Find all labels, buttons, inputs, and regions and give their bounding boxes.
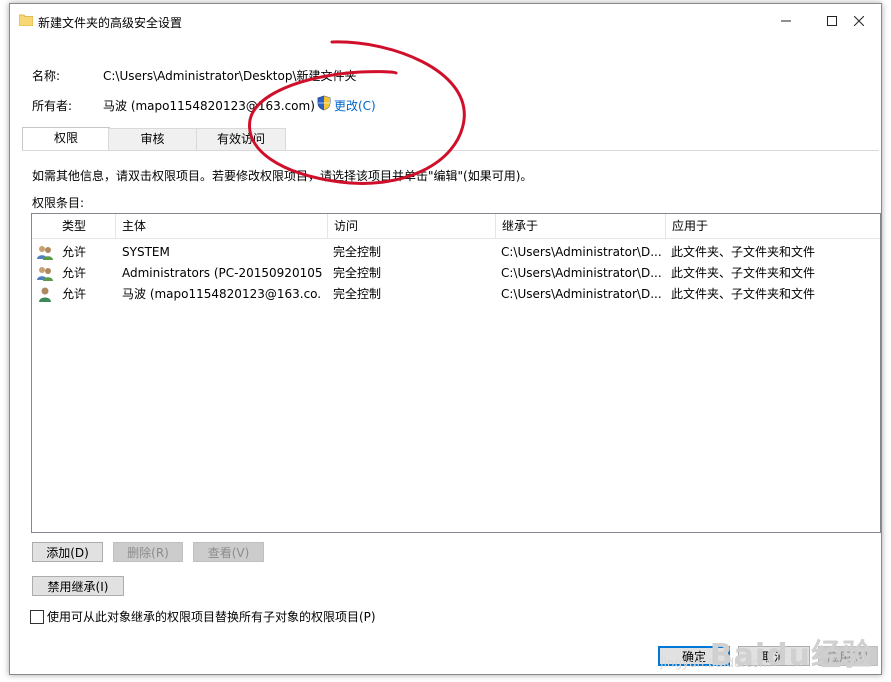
- tab-effective-access[interactable]: 有效访问: [196, 128, 286, 150]
- row-principal: SYSTEM: [122, 245, 170, 259]
- window-title: 新建文件夹的高级安全设置: [38, 16, 183, 30]
- table-header: 类型 主体 访问 继承于 应用于: [32, 214, 880, 239]
- close-button[interactable]: [836, 4, 881, 37]
- row-type: 允许: [62, 266, 87, 280]
- row-access: 完全控制: [333, 266, 382, 280]
- replace-child-permissions-label: 使用可从此对象继承的权限项目替换所有子对象的权限项目(P): [47, 610, 376, 624]
- table-row[interactable]: 允许 马波 (mapo1154820123@163.co... 完全控制 C:\…: [32, 284, 880, 305]
- add-button[interactable]: 添加(D): [32, 542, 103, 562]
- minimize-icon: [780, 20, 791, 21]
- view-button[interactable]: 查看(V): [193, 542, 264, 562]
- column-header-inherited-from[interactable]: 继承于: [496, 214, 666, 238]
- permission-entries-table[interactable]: 类型 主体 访问 继承于 应用于 允许 SYSTEM 完全控制 C:\Users…: [31, 213, 881, 533]
- row-access: 完全控制: [333, 287, 382, 301]
- change-owner-link[interactable]: 更改(C): [334, 97, 376, 114]
- column-header-type[interactable]: 类型: [56, 214, 116, 238]
- security-settings-window: 新建文件夹的高级安全设置 名称: C:\Users\Administrator\…: [9, 3, 882, 675]
- tab-auditing[interactable]: 审核: [108, 128, 197, 150]
- row-applies-to: 此文件夹、子文件夹和文件: [671, 245, 816, 259]
- replace-child-permissions-checkbox[interactable]: [30, 610, 44, 624]
- column-header-applies-to[interactable]: 应用于: [666, 214, 880, 238]
- table-row[interactable]: 允许 SYSTEM 完全控制 C:\Users\Administrator\D.…: [32, 242, 880, 263]
- disable-inheritance-button[interactable]: 禁用继承(I): [32, 576, 124, 596]
- group-users-icon: [37, 246, 53, 260]
- row-principal: Administrators (PC-20150920105...: [122, 266, 322, 280]
- owner-label: 所有者:: [32, 99, 73, 113]
- name-label: 名称:: [32, 69, 61, 83]
- table-row[interactable]: 允许 Administrators (PC-20150920105... 完全控…: [32, 263, 880, 284]
- remove-button[interactable]: 删除(R): [113, 542, 183, 562]
- owner-value: 马波 (mapo1154820123@163.com): [103, 99, 315, 113]
- row-applies-to: 此文件夹、子文件夹和文件: [671, 287, 816, 301]
- folder-icon: [19, 14, 33, 26]
- user-icon: [39, 287, 51, 302]
- name-value: C:\Users\Administrator\Desktop\新建文件夹: [103, 69, 357, 83]
- permission-entries-label: 权限条目:: [32, 196, 85, 210]
- baidu-watermark: Baidu经验: [709, 638, 873, 673]
- maximize-icon: [826, 15, 837, 26]
- row-type: 允许: [62, 287, 87, 301]
- tab-divider: [22, 150, 879, 151]
- row-access: 完全控制: [333, 245, 382, 259]
- row-inherited-from: C:\Users\Administrator\D...: [501, 287, 662, 301]
- group-users-icon: [37, 267, 53, 281]
- row-principal: 马波 (mapo1154820123@163.co...: [122, 287, 322, 301]
- row-applies-to: 此文件夹、子文件夹和文件: [671, 266, 816, 280]
- row-inherited-from: C:\Users\Administrator\D...: [501, 266, 662, 280]
- info-text: 如需其他信息，请双击权限项目。若要修改权限项目，请选择该项目并单击"编辑"(如果…: [32, 169, 533, 183]
- title-bar: 新建文件夹的高级安全设置: [10, 4, 881, 37]
- column-header-principal[interactable]: 主体: [116, 214, 328, 238]
- row-inherited-from: C:\Users\Administrator\D...: [501, 245, 662, 259]
- uac-shield-icon: [317, 95, 331, 111]
- row-type: 允许: [62, 245, 87, 259]
- close-icon: [853, 15, 864, 26]
- minimize-button[interactable]: [763, 4, 808, 37]
- tab-permissions[interactable]: 权限: [22, 127, 110, 151]
- column-header-access[interactable]: 访问: [328, 214, 496, 238]
